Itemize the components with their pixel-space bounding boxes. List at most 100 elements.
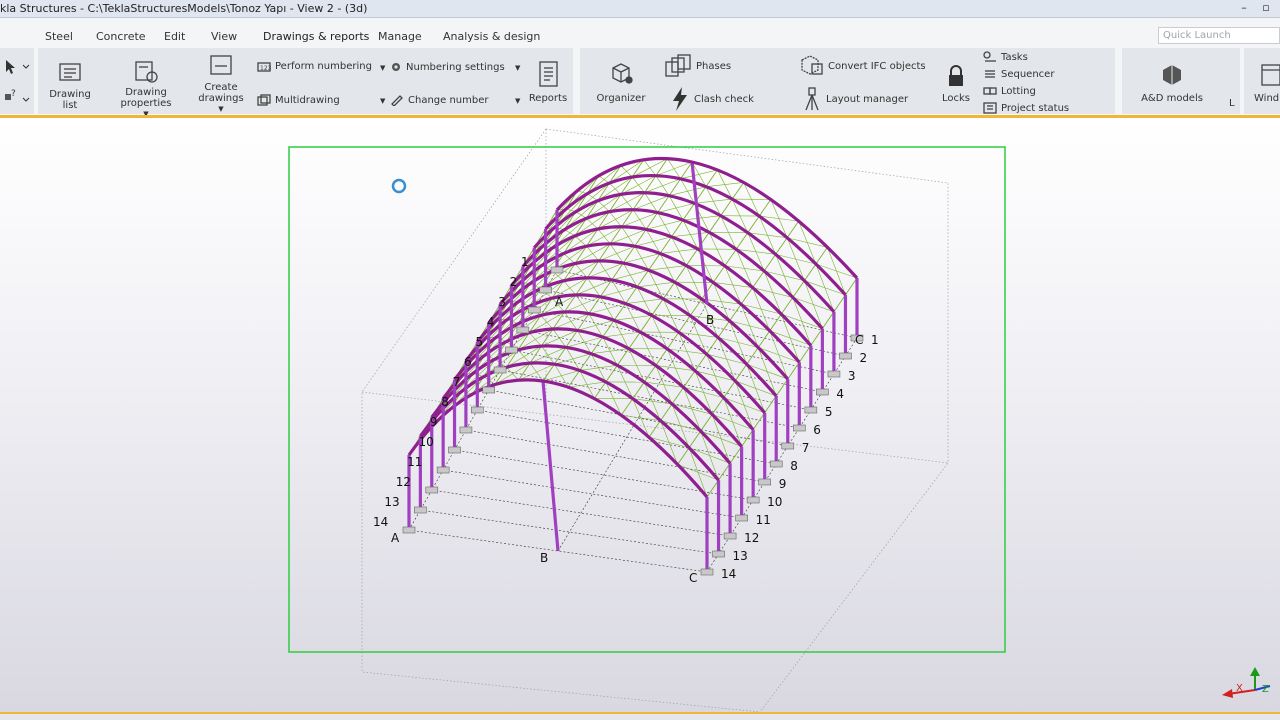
phases-button[interactable]: Phases [664,54,731,78]
numbering-settings-button[interactable]: Numbering settings [390,61,505,73]
drawing-properties-label-1: Drawing [125,87,167,98]
purlin [775,237,788,255]
tab-manage[interactable]: Manage [378,30,422,43]
purlin [700,414,713,432]
grid-number-label: 7 [453,375,461,389]
base-plate [482,386,495,394]
multidrawing-button[interactable]: Multidrawing [257,94,340,106]
change-number-options-icon[interactable]: ▼ [515,97,520,105]
minimize-button[interactable]: – [1236,1,1252,15]
purlin [786,220,800,238]
numbering-dropdown-icon[interactable]: ▼ [380,64,385,72]
bracing [563,253,576,264]
locks-button[interactable]: Locks [938,64,974,104]
tab-steel[interactable]: Steel [45,30,73,43]
tab-view[interactable]: View [211,30,237,43]
layout-manager-button[interactable]: Layout manager [802,86,908,112]
sequencer-label: Sequencer [1001,68,1055,80]
grid-number-label: 6 [464,355,472,369]
reports-button[interactable]: Reports [526,60,570,104]
drawing-properties-button[interactable]: Drawing properties ▼ [116,60,176,120]
drawing-list-label: Drawing list [49,89,91,111]
window-button[interactable]: Wind [1254,62,1280,104]
organizer-button[interactable]: Organizer [594,60,648,104]
base-plate [781,442,795,450]
project-status-label: Project status [1001,102,1070,114]
project-status-button[interactable]: Project status [983,102,1069,114]
numbering-settings-dropdown-icon[interactable]: ▼ [515,64,520,72]
base-plate [539,286,552,294]
purlin [731,182,745,200]
purlin [632,192,645,210]
grid-number-label: 1 [521,255,529,269]
grid-number-label: 7 [802,441,810,455]
tab-edit[interactable]: Edit [164,30,185,43]
select-tools-icon[interactable]: ? [0,48,34,114]
drawing-list-button[interactable]: Drawing list [42,60,98,111]
survey-tripod-icon [805,87,819,111]
grid-number-label: 12 [396,475,411,489]
ribbon-cut-label-l[interactable]: L [1229,98,1235,109]
bracing [597,228,611,245]
restore-button[interactable]: ▫ [1258,1,1274,15]
ad-models-button[interactable]: A&D models [1136,62,1208,104]
tasks-button[interactable]: Tasks [983,51,1028,63]
perform-numbering-button[interactable]: 123 Perform numbering [257,61,372,72]
purlin [678,315,691,333]
tab-concrete[interactable]: Concrete [96,30,146,43]
base-plate [527,306,541,314]
grid-number-label: 13 [384,495,399,509]
bracing [529,362,544,382]
change-number-dropdown-icon[interactable]: ▼ [380,97,385,105]
base-plate [471,406,484,414]
purlin [677,447,690,465]
grid-letter-label: C [855,333,863,347]
title-bar: kla Structures - C:\TeklaStructuresModel… [0,0,1280,18]
quick-launch-input[interactable]: Quick Launch [1158,27,1280,44]
grid-number-label: 13 [733,549,748,563]
bracing [574,235,587,247]
base-plate [804,406,818,414]
grid-number-label: 10 [767,495,782,509]
bracing [586,246,599,262]
base-plate [712,550,725,558]
create-drawings-dropdown-icon[interactable]: ▼ [192,104,250,115]
vault-structure[interactable] [402,156,864,576]
gear-icon [392,63,400,71]
purlin [775,378,789,397]
sequencer-button[interactable]: Sequencer [983,68,1054,80]
drawing-properties-icon [135,61,158,83]
lotting-button[interactable]: Lotting [983,85,1036,97]
create-drawings-button[interactable]: Create drawings ▼ [192,54,250,115]
grid-number-label: 10 [419,435,434,449]
convert-ifc-label: Convert IFC objects [828,60,926,72]
clash-check-button[interactable]: Clash check [670,86,754,112]
purlin [729,446,742,464]
gridline-x [557,303,708,552]
reports-icon [539,61,558,87]
model-canvas[interactable]: 11223344556677889910101111121213131414AB… [0,118,1280,712]
bracing [643,159,657,176]
grid-number-label: 3 [498,295,506,309]
axis-x-label: X [1236,683,1243,694]
svg-text:?: ? [11,89,16,99]
base-plate [735,514,748,522]
model-view-3d[interactable]: 1 1 2 2 3 3 4 4 5 5 6 6 7 7 8 8 9 9 10 10 11 11 12 12 13 13 14 14 A B… [0,118,1280,712]
convert-ifc-button[interactable]: Convert IFC objects [798,54,926,78]
numbering-settings-label: Numbering settings [406,61,505,73]
purlin [651,298,664,316]
purlin [729,303,742,322]
clash-check-label: Clash check [694,93,754,105]
purlin [746,347,759,365]
multidrawing-label: Multidrawing [275,94,340,106]
change-number-button[interactable]: Change number [390,94,489,106]
bracing [563,280,577,296]
purlin [798,345,812,363]
create-drawings-icon [210,55,232,75]
tab-drawings-reports[interactable]: Drawings & reports [252,30,380,48]
base-plate [414,506,427,514]
purlin [628,331,641,349]
tab-analysis-design[interactable]: Analysis & design [443,30,540,43]
ribbon: ? Drawing list Drawing properties ▼ Crea… [0,46,1280,118]
purlin [662,281,676,300]
